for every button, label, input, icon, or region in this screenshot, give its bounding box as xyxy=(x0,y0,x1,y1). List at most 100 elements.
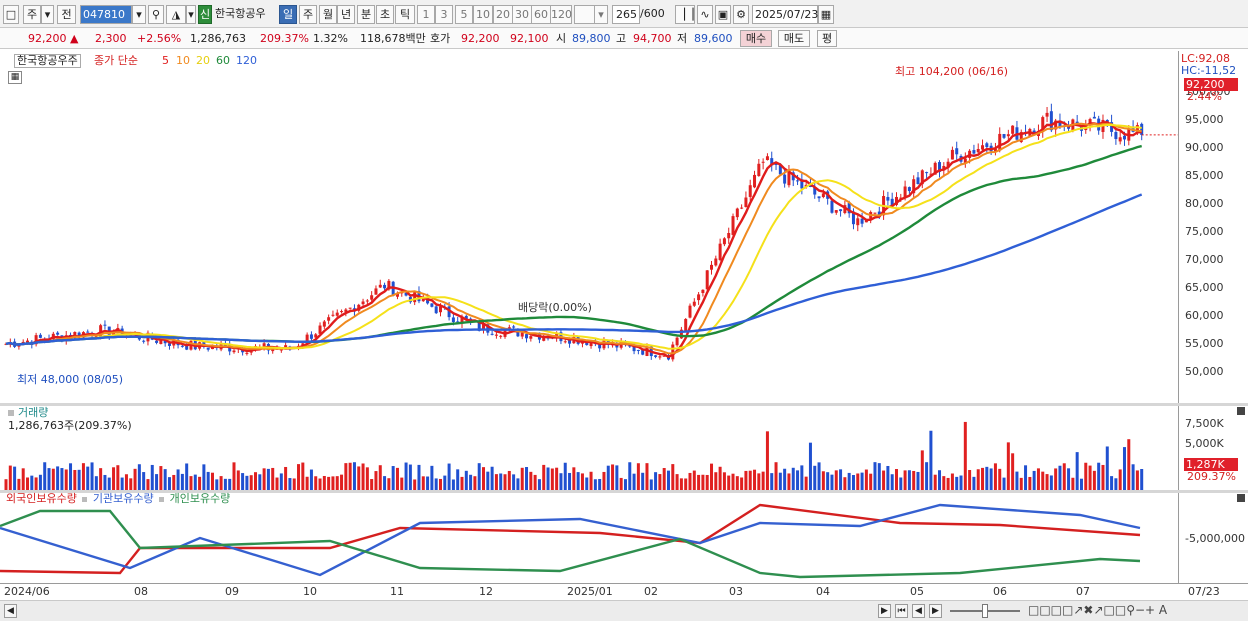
period-second[interactable]: 초 xyxy=(376,5,394,24)
volume-bar xyxy=(378,465,382,490)
line-chart-icon[interactable]: ∿ xyxy=(697,5,713,24)
volume-bar xyxy=(365,467,369,490)
volume-bar xyxy=(920,450,924,490)
volume-bar xyxy=(645,463,649,490)
zoom-slider-handle[interactable] xyxy=(982,604,988,618)
volume-bar xyxy=(963,421,967,490)
volume-bar xyxy=(331,476,335,490)
volume-bar xyxy=(697,474,701,490)
x-tick: 07 xyxy=(1076,585,1090,598)
volume-bar xyxy=(791,467,795,490)
volume-bar xyxy=(942,476,946,490)
market-select[interactable]: 주 xyxy=(23,5,41,24)
holder-chart-panel[interactable]: 외국인보유수량 기관보유수량 개인보유수량 xyxy=(0,493,1178,583)
candle-body xyxy=(206,347,210,350)
buy-button[interactable]: 매수 xyxy=(740,30,772,47)
price-chart xyxy=(4,103,1178,362)
first-page-icon[interactable]: ⏮ xyxy=(895,604,908,618)
period-day[interactable]: 일 xyxy=(279,5,297,24)
x-axis: 2024/06 08 09 10 11 12 2025/01 02 03 04 … xyxy=(0,583,1248,599)
volume-bar xyxy=(1088,465,1092,490)
volume-bar xyxy=(1135,470,1139,490)
scrollbar[interactable]: ◀ ▶ ⏮ ◀ ▶ □□□□↗✖↗□□⚲−+ A xyxy=(0,600,1248,621)
interval-120[interactable]: 120 xyxy=(550,5,572,24)
window-icon[interactable]: □ xyxy=(3,5,19,24)
prev-page-icon[interactable]: ◀ xyxy=(912,604,925,618)
volume-bar xyxy=(981,467,985,490)
interval-3[interactable]: 3 xyxy=(435,5,453,24)
close-icon[interactable] xyxy=(1237,494,1245,502)
save-icon[interactable]: ▣ xyxy=(715,5,731,24)
volume-bar xyxy=(649,479,653,490)
scroll-left-icon[interactable]: ◀ xyxy=(4,604,17,618)
interval-5[interactable]: 5 xyxy=(455,5,473,24)
period-minute[interactable]: 분 xyxy=(357,5,375,24)
next-page-icon[interactable]: ▶ xyxy=(929,604,942,618)
chevron-down-icon[interactable]: ▾ xyxy=(186,5,196,24)
chevron-down-icon[interactable]: ▾ xyxy=(132,5,146,24)
candle-body xyxy=(365,300,369,302)
interval-10[interactable]: 10 xyxy=(473,5,493,24)
candle-body xyxy=(731,216,735,235)
bid1: 92,200 xyxy=(461,32,500,45)
candle-body xyxy=(735,208,739,218)
interval-20[interactable]: 20 xyxy=(493,5,513,24)
candle-body xyxy=(340,311,344,313)
volume-ratio: 209.37% xyxy=(260,32,309,45)
holder-line-0 xyxy=(0,503,1141,575)
interval-1[interactable]: 1 xyxy=(417,5,435,24)
sell-button[interactable]: 매도 xyxy=(778,30,810,47)
chevron-down-icon[interactable]: ▾ xyxy=(594,5,608,24)
volume-bar xyxy=(933,474,937,490)
volume-bar xyxy=(753,469,757,490)
price-tick: 85,000 xyxy=(1185,169,1224,182)
volume-chart-panel[interactable]: 거래량 1,286,763주(209.37%) xyxy=(0,406,1178,490)
volume-bar xyxy=(438,478,442,490)
calendar-icon[interactable]: ▦ xyxy=(818,5,834,24)
candle-body xyxy=(142,340,146,342)
candle-body xyxy=(1011,125,1015,134)
eval-button[interactable]: 평 xyxy=(817,30,837,47)
scroll-right-icon[interactable]: ▶ xyxy=(878,604,891,618)
gear-icon[interactable]: ⚙ xyxy=(733,5,749,24)
prev-button[interactable]: 전 xyxy=(57,5,76,24)
volume-bar xyxy=(185,463,189,490)
interval-60[interactable]: 60 xyxy=(531,5,551,24)
holder-line-2 xyxy=(0,509,1141,579)
period-month[interactable]: 월 xyxy=(319,5,337,24)
price-chart-panel[interactable]: 한국항공우주 종가 단순 5 10 20 60 120 ▦ 최고 104,200… xyxy=(0,51,1178,403)
candle-icon[interactable]: ▕▕ xyxy=(675,5,695,24)
code-input[interactable]: 047810 xyxy=(80,5,132,24)
volume-bar xyxy=(477,463,481,490)
date-input[interactable]: 2025/07/23 xyxy=(752,5,818,24)
volume-bar xyxy=(916,471,920,490)
grid-icon[interactable]: ▦ xyxy=(8,71,22,84)
period-tick[interactable]: 틱 xyxy=(395,5,415,24)
search-icon[interactable]: ⚲ xyxy=(148,5,164,24)
close-icon[interactable] xyxy=(1237,407,1245,415)
volume-bar xyxy=(718,466,722,490)
volume-bar xyxy=(619,477,623,490)
volume-bar xyxy=(864,469,868,490)
volume-bar xyxy=(254,472,258,490)
volume-bar xyxy=(236,470,240,490)
volume-bar xyxy=(757,473,761,490)
chevron-down-icon[interactable]: ▾ xyxy=(41,5,54,24)
volume-chart xyxy=(4,421,1144,490)
candle-body xyxy=(972,150,976,154)
volume-bar xyxy=(701,474,705,490)
period-year[interactable]: 년 xyxy=(337,5,355,24)
hc-label: HC:-11,52 xyxy=(1181,64,1237,77)
volume-bar xyxy=(740,477,744,490)
tool-icons[interactable]: □□□□↗✖↗□□⚲−+ A xyxy=(1028,604,1167,616)
price-tick: 65,000 xyxy=(1185,281,1224,294)
interval-30[interactable]: 30 xyxy=(512,5,532,24)
count-input[interactable]: 265 xyxy=(612,5,640,24)
x-tick: 02 xyxy=(644,585,658,598)
open-label: 시 xyxy=(556,32,567,45)
x-tick: 2025/01 xyxy=(567,585,613,598)
volume-bar xyxy=(116,465,120,490)
speaker-icon[interactable]: ◮ xyxy=(166,5,186,24)
volume-bar xyxy=(241,473,245,490)
period-week[interactable]: 주 xyxy=(299,5,317,24)
